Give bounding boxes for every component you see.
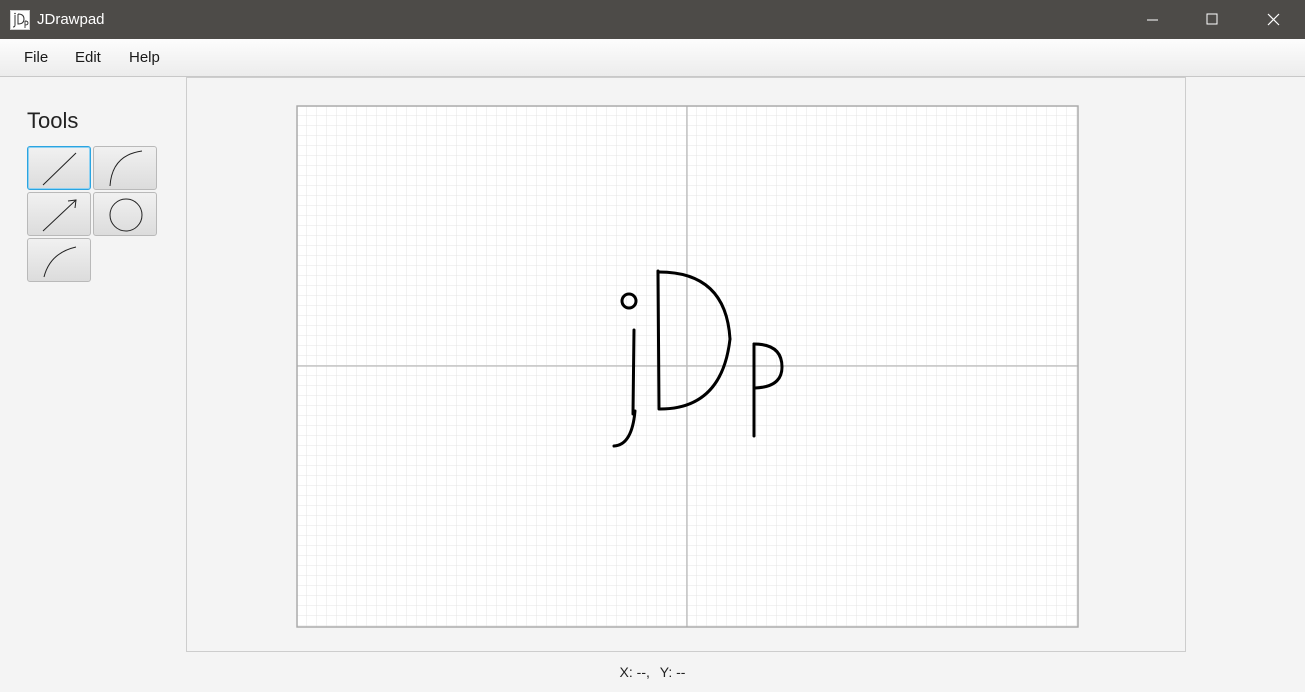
- menu-help[interactable]: Help: [129, 49, 160, 67]
- arc-tool-button[interactable]: [93, 146, 157, 190]
- menu-edit[interactable]: Edit: [75, 49, 101, 67]
- curve-icon: [43, 246, 77, 278]
- arrow-tool-button[interactable]: [27, 192, 91, 236]
- title-bar: JDrawpad: [0, 0, 1305, 39]
- tools-heading: Tools: [27, 108, 79, 133]
- minimize-button[interactable]: [1124, 0, 1182, 39]
- menu-bar: File Edit Help: [0, 39, 1305, 77]
- drawn-line-d-stem: [656, 269, 661, 411]
- minimize-icon: [1147, 19, 1158, 21]
- cursor-x-readout: X: --,: [619, 664, 650, 680]
- line-icon: [42, 152, 77, 186]
- drawing-canvas[interactable]: [296, 105, 1079, 628]
- maximize-icon: [1206, 13, 1218, 25]
- close-icon: [1267, 13, 1280, 26]
- maximize-button[interactable]: [1183, 0, 1241, 39]
- jdrawpad-logo-icon: [10, 10, 30, 30]
- close-button[interactable]: [1244, 0, 1302, 39]
- circle-icon: [109, 198, 143, 232]
- circle-tool-button[interactable]: [93, 192, 157, 236]
- line-tool-button[interactable]: [27, 146, 91, 190]
- window-title: JDrawpad: [37, 11, 105, 28]
- arrow-icon: [42, 199, 77, 232]
- curve-tool-button[interactable]: [27, 238, 91, 282]
- arc-icon: [109, 150, 143, 187]
- status-bar: X: --, Y: --: [0, 663, 1305, 681]
- menu-file[interactable]: File: [24, 49, 48, 67]
- cursor-y-readout: Y: --: [659, 664, 686, 680]
- drawn-line-j-stem: [631, 328, 636, 416]
